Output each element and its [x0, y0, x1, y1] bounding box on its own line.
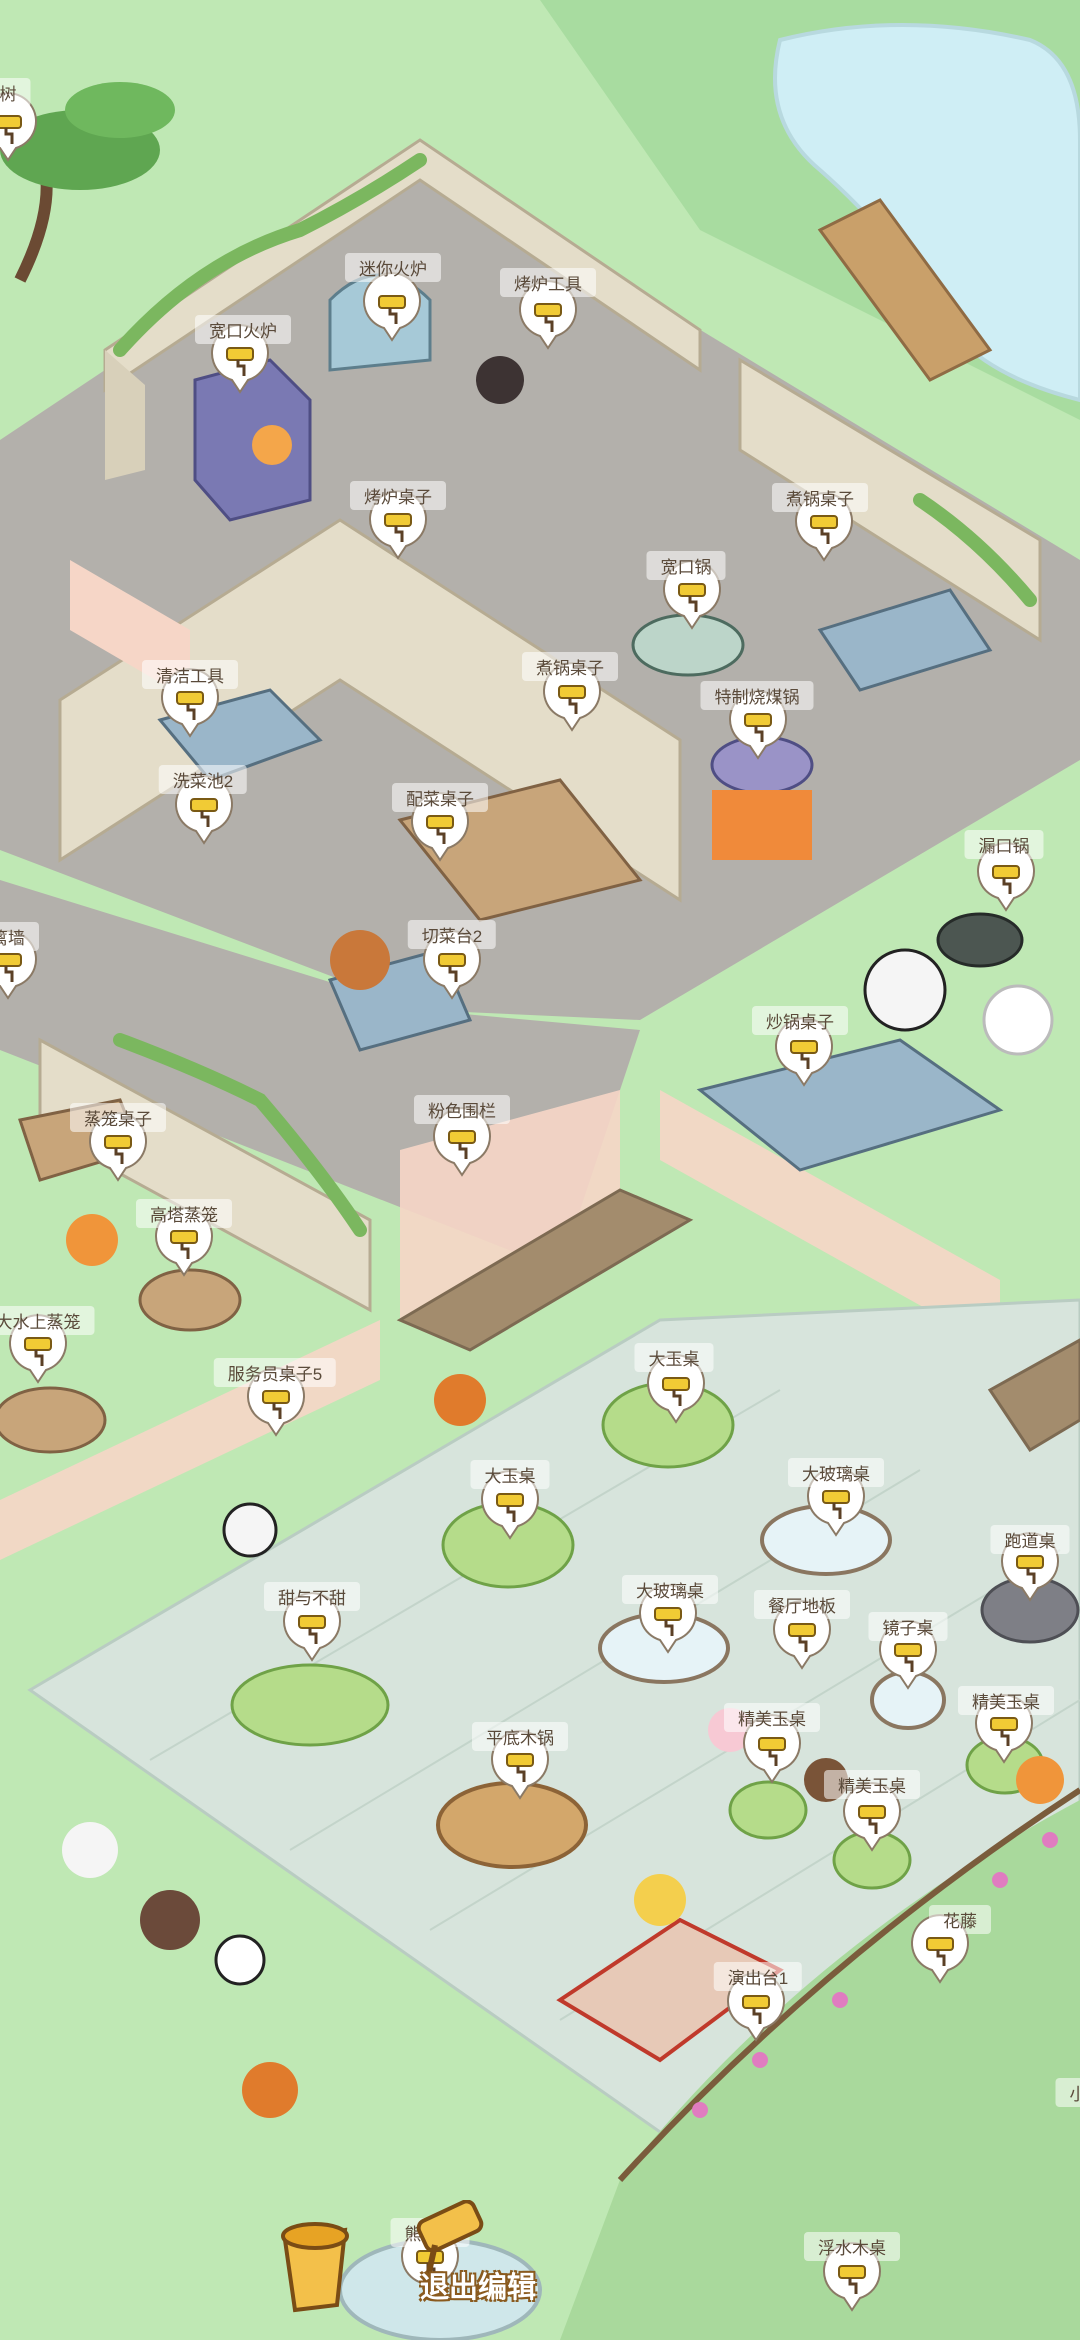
item-label: 清洁工具 [142, 660, 238, 689]
item-label: 跑道桌 [990, 1525, 1070, 1554]
item-label: 大玻璃桌 [622, 1575, 718, 1604]
item-label: 特制烧煤锅 [700, 681, 814, 710]
item-label: 大玉桌 [634, 1343, 714, 1372]
paint-bucket-icon [281, 2222, 349, 2313]
item-label: 餐厅地板 [754, 1590, 850, 1619]
item-label: 煮锅桌子 [522, 652, 618, 681]
item-label: 浮水木桌 [804, 2232, 900, 2261]
item-label: 精美玉桌 [958, 1686, 1054, 1715]
item-label: 配菜桌子 [392, 783, 488, 812]
item-label: 平底木锅 [472, 1722, 568, 1751]
item-label: 大玻璃桌 [788, 1458, 884, 1487]
item-label: 高塔蒸笼 [136, 1199, 232, 1228]
item-label: 炒锅桌子 [752, 1006, 848, 1035]
item-label: 演出台1 [713, 1962, 803, 1991]
item-label: 精美玉桌 [724, 1703, 820, 1732]
item-label: 漏口锅 [964, 830, 1044, 859]
item-label: 粉色围栏 [414, 1095, 510, 1124]
item-label: 精美玉桌 [824, 1770, 920, 1799]
item-label: 宽口锅 [646, 551, 726, 580]
item-label: 洗菜池2 [158, 765, 248, 794]
game-scene [0, 0, 1080, 2340]
exit-edit-button[interactable]: 退出编辑 [420, 2264, 536, 2306]
item-label: 花藤 [929, 1905, 991, 1934]
item-label: 蒸笼桌子 [70, 1103, 166, 1132]
item-label: 大玉桌 [470, 1460, 550, 1489]
item-label: 宽口火炉 [195, 315, 291, 344]
item-label: 烤炉工具 [500, 268, 596, 297]
item-label: 烤炉桌子 [350, 481, 446, 510]
item-label: 大水上蒸笼 [0, 1306, 95, 1335]
item-label: 小 [1055, 2078, 1080, 2107]
item-label: 切菜台2 [407, 920, 497, 949]
item-label: 篱墙 [0, 922, 39, 951]
item-label: 服务员桌子5 [213, 1358, 337, 1387]
item-label: 甜与不甜 [264, 1582, 360, 1611]
item-label: 迷你火炉 [345, 253, 441, 282]
item-label: 树 [0, 78, 31, 107]
item-label: 镜子桌 [868, 1612, 948, 1641]
item-label: 煮锅桌子 [772, 483, 868, 512]
